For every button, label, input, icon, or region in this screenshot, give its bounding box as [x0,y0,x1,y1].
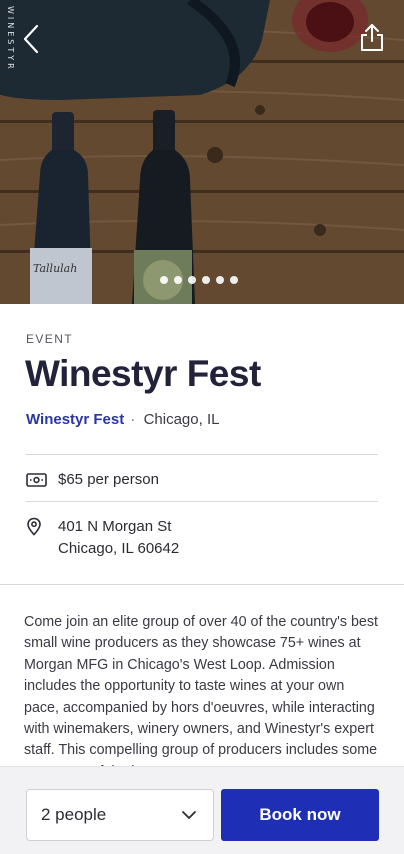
address-block: 401 N Morgan St Chicago, IL 60642 [58,516,179,560]
bottle-label-text: Tallulah [33,262,78,275]
event-city: Chicago, IL [143,411,220,428]
people-select[interactable]: 2 people [26,789,214,841]
section-divider [0,584,404,585]
carousel-dot[interactable] [188,276,196,284]
event-description: Come join an elite group of over 40 of t… [24,614,379,780]
carousel-indicator[interactable] [160,276,238,284]
share-button[interactable] [358,22,386,54]
separator-dot: · [130,411,136,428]
divider [26,501,378,502]
address-line-2: Chicago, IL 60642 [58,540,180,557]
carousel-dot[interactable] [230,276,238,284]
carousel-dot[interactable] [160,276,168,284]
carousel-dot[interactable] [216,276,224,284]
brand-watermark: WINESTYR [6,6,15,72]
organizer-link[interactable]: Winestyr Fest [26,411,124,428]
hero-photo [0,0,404,304]
people-select-value: 2 people [41,805,107,824]
price-row: $65 per person [26,471,159,489]
event-category: EVENT [26,332,74,346]
booking-bar: 2 people Book now [0,766,404,854]
back-arrow-icon [23,24,39,54]
chevron-down-icon [182,811,196,819]
event-title: Winestyr Fest [25,353,261,394]
carousel-dot[interactable] [174,276,182,284]
divider [26,454,378,455]
back-button[interactable] [20,22,46,56]
location-pin-icon [27,517,41,536]
event-subline: Winestyr Fest · Chicago, IL [26,411,219,428]
ticket-price-icon [26,473,47,487]
share-icon [361,24,383,51]
carousel-dot[interactable] [202,276,210,284]
address-line-1: 401 N Morgan St [58,518,172,535]
hero-image: WINESTYR Tallulah [0,0,404,304]
address-row[interactable]: 401 N Morgan St Chicago, IL 60642 [26,516,179,560]
price-text: $65 per person [58,471,159,488]
book-now-button[interactable]: Book now [221,789,379,841]
